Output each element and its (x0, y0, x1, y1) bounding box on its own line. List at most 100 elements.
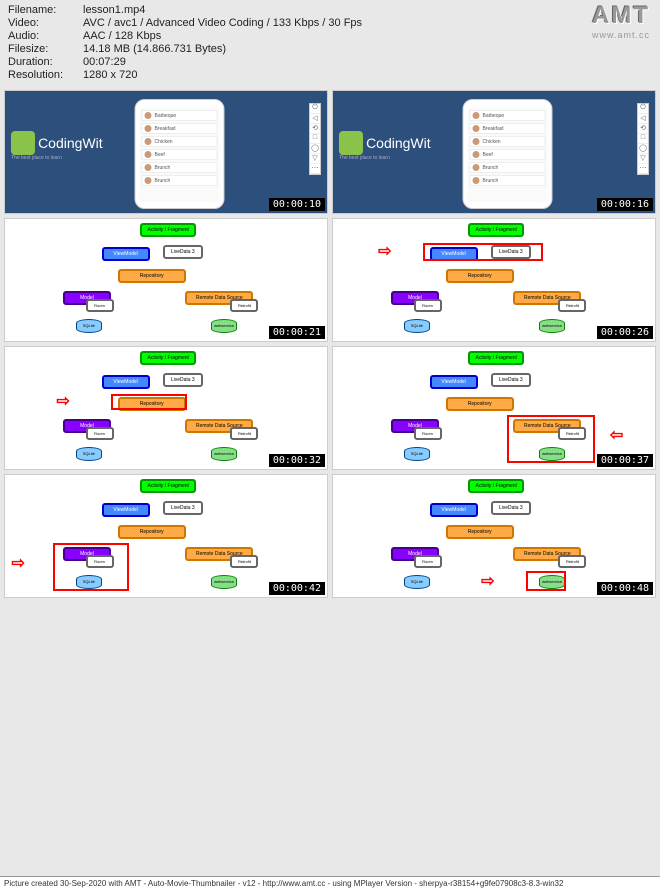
resolution-value: 1280 x 720 (83, 69, 137, 81)
arrow-icon: ⇨ (57, 391, 70, 411)
timestamp: 00:00:16 (597, 198, 653, 211)
filesize-label: Filesize: (8, 43, 83, 55)
webservice-cylinder: webservice (539, 319, 565, 333)
repository-box: Repository (118, 525, 186, 539)
list-item: Brunch (470, 175, 546, 186)
highlight-box (423, 243, 543, 261)
viewmodel-box: ViewModel (430, 375, 478, 389)
room-box: Room (414, 555, 442, 568)
webservice-cylinder: webservice (211, 575, 237, 589)
logo-url: www.amt.cc (592, 30, 650, 40)
phone-screen: Barbeque Breakfast Chicken Beef Brunch B… (468, 108, 548, 202)
timestamp: 00:00:48 (597, 582, 653, 595)
audio-value: AAC / 128 Kbps (83, 30, 161, 42)
livedata-box: LiveData 3 (163, 373, 203, 387)
filename-label: Filename: (8, 4, 83, 16)
list-item: Chicken (470, 136, 546, 147)
footer-text: Picture created 30-Sep-2020 with AMT - A… (0, 876, 660, 890)
filename-value: lesson1.mp4 (83, 4, 145, 16)
list-item: Barbeque (470, 110, 546, 121)
brand-block: CodingWit The best place to learn (339, 131, 431, 161)
duration-value: 00:07:29 (83, 56, 126, 68)
architecture-diagram: Activity / Fragment ViewModel LiveData 3… (5, 347, 327, 469)
thumb-4: Activity / Fragment ViewModel LiveData 3… (332, 218, 656, 342)
thumb-3: Activity / Fragment ViewModel LiveData 3… (4, 218, 328, 342)
repository-box: Repository (446, 525, 514, 539)
webservice-cylinder: webservice (211, 319, 237, 333)
sqlite-cylinder: SQLite (404, 447, 430, 461)
arrow-icon: ⇦ (610, 425, 623, 445)
highlight-box (53, 543, 129, 591)
thumb-7: Activity / Fragment ViewModel LiveData 3… (4, 474, 328, 598)
resolution-label: Resolution: (8, 69, 83, 81)
room-box: Room (414, 427, 442, 440)
activity-box: Activity / Fragment (468, 351, 524, 365)
activity-box: Activity / Fragment (468, 479, 524, 493)
repository-box: Repository (118, 269, 186, 283)
retrofit-box: Retrofit (230, 427, 258, 440)
room-box: Room (86, 299, 114, 312)
arrow-icon: ⇨ (11, 553, 24, 573)
architecture-diagram: Activity / Fragment ViewModel LiveData 3… (333, 347, 655, 469)
video-label: Video: (8, 17, 83, 29)
activity-box: Activity / Fragment (140, 479, 196, 493)
timestamp: 00:00:21 (269, 326, 325, 339)
brand-title: CodingWit (366, 135, 431, 151)
brand-subtitle: The best place to learn (339, 155, 431, 161)
sqlite-cylinder: SQLite (76, 319, 102, 333)
viewmodel-box: ViewModel (102, 375, 150, 389)
amt-logo: AMT www.amt.cc (592, 2, 650, 40)
activity-box: Activity / Fragment (468, 223, 524, 237)
timestamp: 00:00:42 (269, 582, 325, 595)
phone-mockup: Barbeque Breakfast Chicken Beef Brunch B… (135, 99, 225, 209)
architecture-diagram: Activity / Fragment ViewModel LiveData 3… (333, 475, 655, 597)
filesize-value: 14.18 MB (14.866.731 Bytes) (83, 43, 226, 55)
video-value: AVC / avc1 / Advanced Video Coding / 133… (83, 17, 362, 29)
room-box: Room (414, 299, 442, 312)
thumb-8: Activity / Fragment ViewModel LiveData 3… (332, 474, 656, 598)
timestamp: 00:00:10 (269, 198, 325, 211)
livedata-box: LiveData 3 (163, 245, 203, 259)
thumb-1: CodingWit The best place to learn Barbeq… (4, 90, 328, 214)
arrow-icon: ⇨ (378, 241, 391, 261)
livedata-box: LiveData 3 (491, 501, 531, 515)
sqlite-cylinder: SQLite (404, 319, 430, 333)
thumb-6: Activity / Fragment ViewModel LiveData 3… (332, 346, 656, 470)
livedata-box: LiveData 3 (491, 373, 531, 387)
list-item: Beef (470, 149, 546, 160)
retrofit-box: Retrofit (230, 555, 258, 568)
retrofit-box: Retrofit (558, 299, 586, 312)
brand-title: CodingWit (38, 135, 103, 151)
highlight-box (526, 571, 566, 591)
duration-label: Duration: (8, 56, 83, 68)
viewmodel-box: ViewModel (102, 503, 150, 517)
list-item: Breakfast (470, 123, 546, 134)
list-item: Beef (142, 149, 218, 160)
list-item: Breakfast (142, 123, 218, 134)
viewmodel-box: ViewModel (430, 503, 478, 517)
highlight-box (507, 415, 595, 463)
phone-screen: Barbeque Breakfast Chicken Beef Brunch B… (140, 108, 220, 202)
list-item: Brunch (142, 175, 218, 186)
list-item: Brunch (470, 162, 546, 173)
activity-box: Activity / Fragment (140, 351, 196, 365)
sqlite-cylinder: SQLite (404, 575, 430, 589)
list-item: Brunch (142, 162, 218, 173)
timestamp: 00:00:37 (597, 454, 653, 467)
webservice-cylinder: webservice (211, 447, 237, 461)
highlight-box (111, 394, 187, 410)
activity-box: Activity / Fragment (140, 223, 196, 237)
viewmodel-box: ViewModel (102, 247, 150, 261)
android-icon (339, 131, 363, 155)
list-item: Chicken (142, 136, 218, 147)
timestamp: 00:00:26 (597, 326, 653, 339)
emulator-toolbar: ⏻◁⟲□◯▽⋯ (309, 103, 321, 175)
metadata-header: Filename:lesson1.mp4 Video:AVC / avc1 / … (0, 0, 660, 86)
emulator-toolbar: ⏻◁⟲□◯▽⋯ (637, 103, 649, 175)
audio-label: Audio: (8, 30, 83, 42)
list-item: Barbeque (142, 110, 218, 121)
retrofit-box: Retrofit (558, 555, 586, 568)
architecture-diagram: Activity / Fragment ViewModel LiveData 3… (5, 475, 327, 597)
architecture-diagram: Activity / Fragment ViewModel LiveData 3… (333, 219, 655, 341)
brand-subtitle: The best place to learn (11, 155, 103, 161)
